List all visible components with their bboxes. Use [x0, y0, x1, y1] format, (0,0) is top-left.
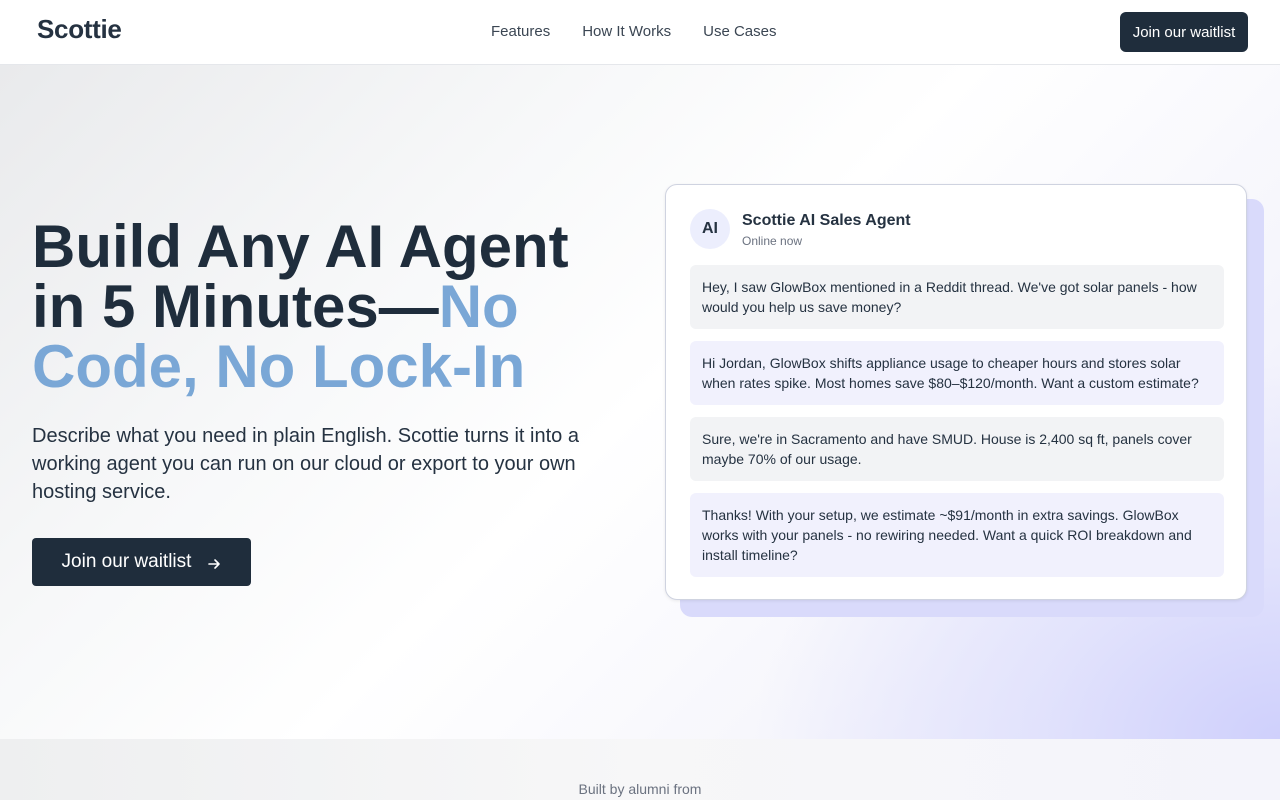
nav-link-use-cases[interactable]: Use Cases	[703, 23, 776, 40]
arrow-right-icon	[207, 555, 221, 569]
nav-link-features[interactable]: Features	[491, 23, 550, 40]
chat-message-user: Sure, we're in Sacramento and have SMUD.…	[690, 417, 1224, 481]
trust-label: Built by alumni from	[578, 781, 702, 797]
chat-message-agent: Thanks! With your setup, we estimate ~$9…	[690, 493, 1224, 577]
hero-subhead: Describe what you need in plain English.…	[32, 425, 579, 503]
chat-card: AI Scottie AI Sales Agent Online now Hey…	[665, 184, 1247, 600]
agent-status: Online now	[742, 234, 803, 248]
logo[interactable]: Scottie	[37, 14, 122, 45]
nav-link-how-it-works[interactable]: How It Works	[582, 23, 671, 40]
agent-name: Scottie AI Sales Agent	[742, 212, 911, 229]
chat-message-agent: Hi Jordan, GlowBox shifts appliance usag…	[690, 341, 1224, 405]
agent-avatar: AI	[690, 209, 730, 249]
chat-message-user: Hey, I saw GlowBox mentioned in a Reddit…	[690, 265, 1224, 329]
top-nav: Scottie Features How It Works Use Cases …	[0, 0, 1280, 65]
hero-cta-label: Join our waitlist	[61, 551, 192, 572]
nav-links: Features How It Works Use Cases	[491, 23, 776, 40]
hero-section: Build Any AI Agent in 5 Minutes—No Code,…	[0, 65, 1280, 739]
hero-headline: Build Any AI Agent in 5 Minutes—No Code,…	[32, 217, 632, 397]
hero-join-waitlist-button[interactable]: Join our waitlist	[32, 538, 251, 586]
trust-section: Built by alumni from	[0, 739, 1280, 800]
nav-join-waitlist-button[interactable]: Join our waitlist	[1120, 12, 1248, 52]
